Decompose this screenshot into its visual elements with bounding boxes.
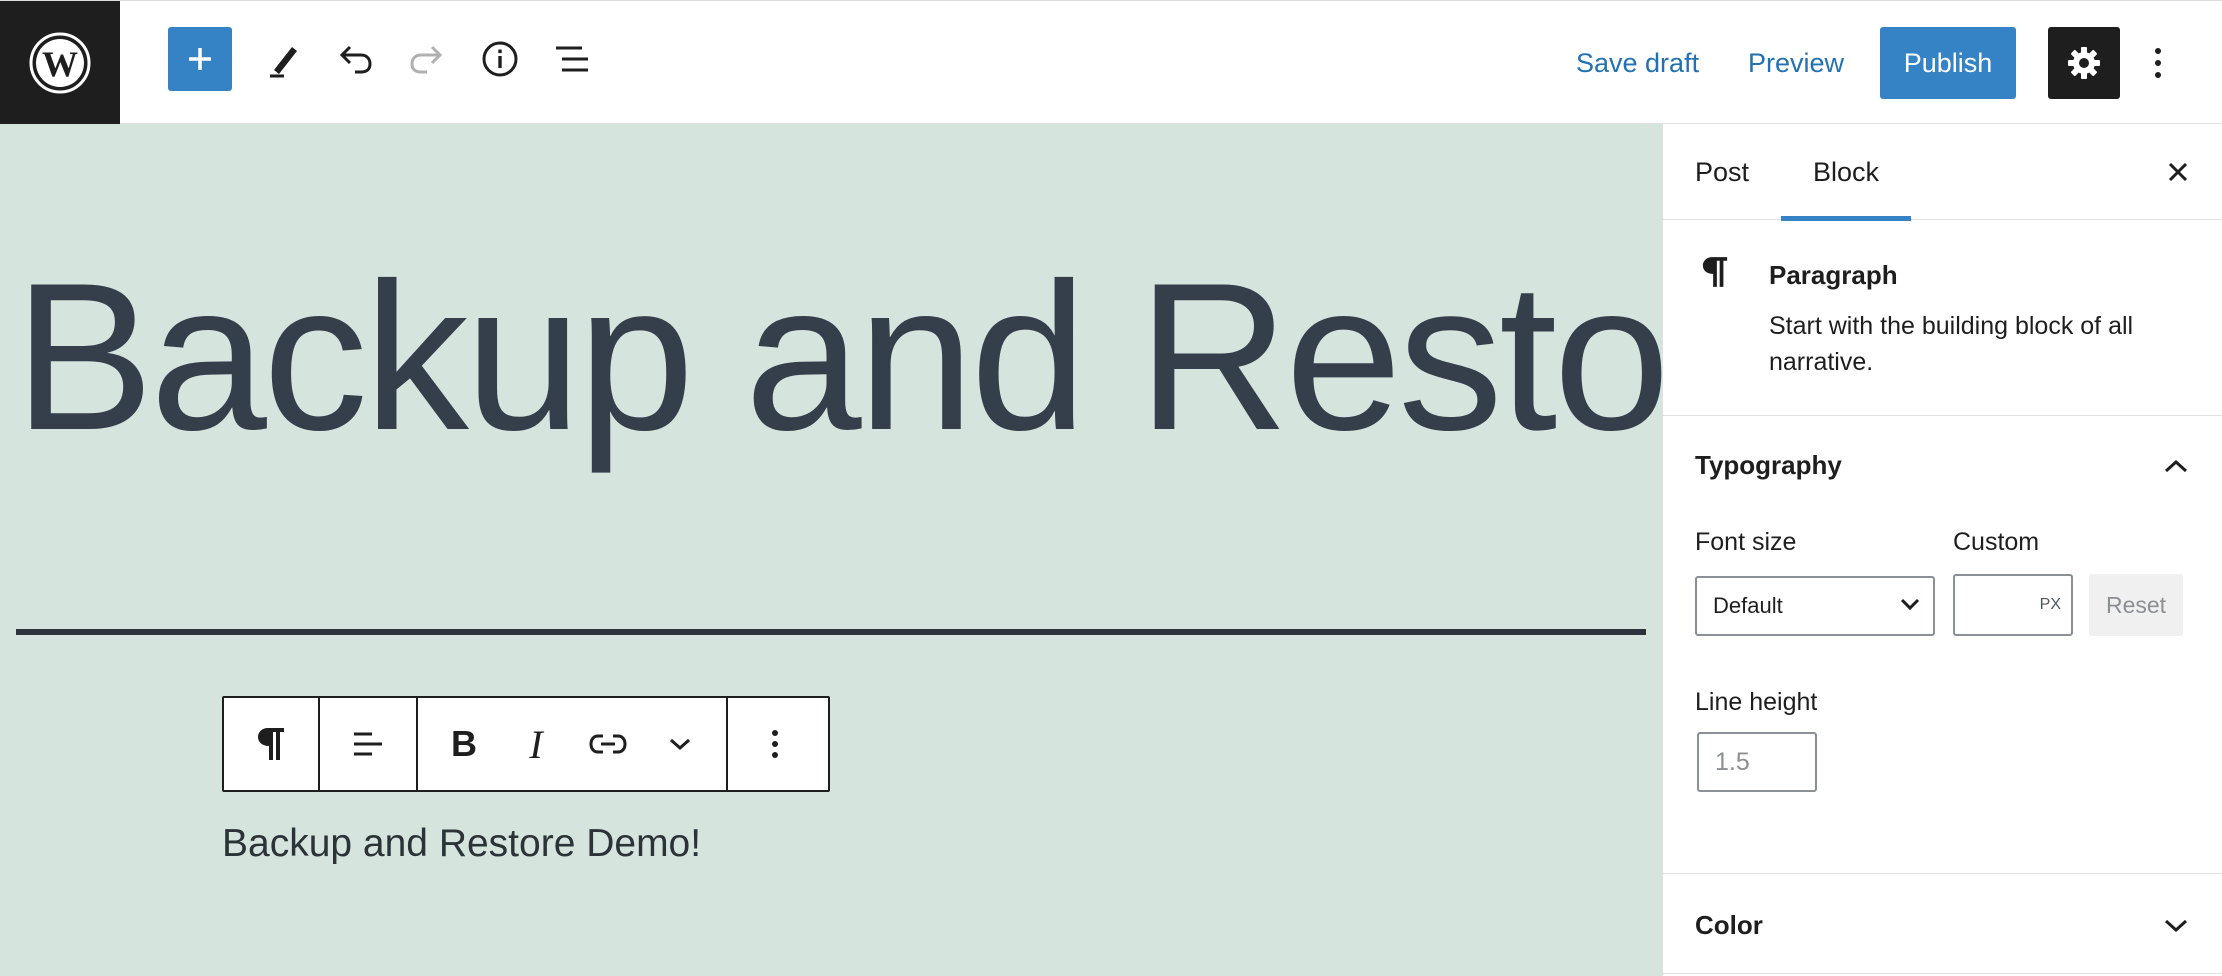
redo-icon	[407, 39, 447, 79]
link-button[interactable]	[572, 698, 644, 790]
font-size-select[interactable]: Default	[1695, 576, 1935, 636]
more-formats-button[interactable]	[644, 698, 716, 790]
settings-sidebar: Post Block Paragraph Start with the buil…	[1662, 124, 2222, 976]
font-size-label: Font size	[1695, 528, 1797, 556]
align-left-icon	[350, 726, 386, 762]
block-options-button[interactable]	[728, 698, 822, 790]
options-group	[728, 698, 822, 790]
publish-button[interactable]: Publish	[1880, 27, 2016, 99]
post-title[interactable]: Backup and Restore	[14, 252, 1662, 462]
undo-icon	[335, 39, 375, 79]
chevron-down-icon	[2163, 918, 2189, 934]
block-card-title: Paragraph	[1769, 260, 1898, 290]
italic-button[interactable]: I	[500, 698, 572, 790]
chevron-up-icon	[2163, 458, 2189, 474]
block-toolbar: B I	[222, 696, 830, 792]
line-height-label: Line height	[1695, 688, 1818, 716]
options-menu-button[interactable]	[2138, 27, 2178, 99]
tab-post[interactable]: Post	[1695, 124, 1749, 220]
typography-panel-header[interactable]: Typography	[1695, 450, 1842, 481]
editor-canvas[interactable]: Backup and Restore B I Backup and Restor…	[0, 124, 1662, 976]
tools-button[interactable]	[252, 27, 316, 91]
block-card: Paragraph Start with the building block …	[1663, 220, 2222, 416]
align-button[interactable]	[320, 698, 416, 790]
paragraph-icon	[256, 726, 286, 762]
alignment-group	[320, 698, 418, 790]
gear-icon	[2066, 45, 2102, 81]
more-vertical-icon	[770, 728, 780, 760]
chevron-down-icon	[1899, 596, 1921, 612]
close-icon	[2166, 160, 2190, 184]
pencil-icon	[264, 39, 304, 79]
link-icon	[588, 732, 628, 756]
tab-block[interactable]: Block	[1781, 124, 1911, 221]
list-view-icon	[552, 39, 592, 79]
transform-block-button[interactable]	[224, 698, 318, 790]
redo-button[interactable]	[395, 27, 459, 91]
save-draft-button[interactable]: Save draft	[1576, 41, 1699, 85]
editor-header: W Save draft Preview Publish	[0, 0, 2222, 125]
paragraph-icon	[1701, 254, 1729, 290]
undo-button[interactable]	[323, 27, 387, 91]
color-toggle-button[interactable]	[2160, 910, 2192, 942]
close-sidebar-button[interactable]	[2158, 152, 2198, 192]
info-icon	[480, 39, 520, 79]
list-view-button[interactable]	[540, 27, 604, 91]
reset-font-size-button[interactable]: Reset	[2089, 574, 2183, 636]
wordpress-logo[interactable]: W	[0, 1, 120, 125]
chevron-down-icon	[668, 736, 692, 752]
more-vertical-icon	[2152, 45, 2164, 81]
color-panel: Color	[1663, 874, 2222, 974]
settings-button[interactable]	[2048, 27, 2120, 99]
block-card-description: Start with the building block of all nar…	[1769, 312, 2134, 376]
sidebar-tabs: Post Block	[1663, 124, 2222, 221]
custom-font-size-input[interactable]: PX	[1953, 574, 2073, 636]
unit-label: PX	[2039, 596, 2061, 613]
svg-text:W: W	[42, 44, 78, 84]
format-group: B I	[418, 698, 728, 790]
font-size-select-value: Default	[1713, 593, 1783, 618]
block-type-group	[224, 698, 320, 790]
typography-toggle-button[interactable]	[2160, 450, 2192, 482]
wordpress-icon: W	[28, 31, 92, 95]
bold-button[interactable]: B	[428, 698, 500, 790]
details-button[interactable]	[468, 27, 532, 91]
preview-button[interactable]: Preview	[1748, 41, 1844, 85]
separator-block[interactable]	[16, 629, 1646, 635]
line-height-input[interactable]: 1.5	[1697, 732, 1817, 792]
color-panel-header[interactable]: Color	[1695, 910, 1763, 941]
typography-panel: Typography Font size Custom Default PX R…	[1663, 416, 2222, 874]
custom-size-label: Custom	[1953, 528, 2040, 556]
plus-icon	[185, 44, 215, 74]
paragraph-block[interactable]: Backup and Restore Demo!	[222, 822, 701, 866]
add-block-button[interactable]	[168, 27, 232, 91]
